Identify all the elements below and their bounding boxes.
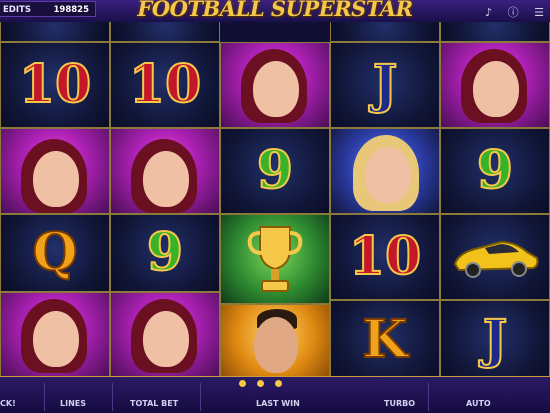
reel-cell: 9: [110, 214, 220, 292]
reel-cell: 9: [220, 128, 330, 214]
reel-cell-partial: [330, 22, 440, 42]
woman-symbol: [1, 129, 109, 213]
reels-grid: 10 Q 10 9 9 J 10 K 9 J: [0, 22, 550, 376]
reel-cell-partial: [0, 22, 110, 42]
divider: [200, 383, 201, 411]
auto-label[interactable]: AUTO: [466, 399, 491, 408]
reel-cell: [0, 292, 110, 376]
sports-car-icon: [453, 240, 539, 278]
reel-cell: [220, 42, 330, 128]
symbol-k: K: [361, 309, 408, 370]
dot: [239, 380, 246, 387]
reel-cell: K: [330, 300, 440, 376]
last-win-label: LAST WIN: [256, 399, 300, 408]
trophy-icon: [247, 226, 303, 292]
reel-cell: 9: [440, 128, 550, 214]
lines-label[interactable]: LINES: [60, 399, 86, 408]
menu-icon[interactable]: ☰: [534, 6, 544, 19]
info-icon[interactable]: ⓘ: [508, 6, 519, 19]
sound-icon[interactable]: ♪: [485, 6, 492, 19]
credits-display: EDITS 198825: [0, 1, 96, 17]
reel-cell-partial: [440, 22, 550, 42]
symbol-10: 10: [128, 54, 202, 115]
symbol-10: 10: [348, 226, 422, 287]
reel-cell: 10: [330, 214, 440, 300]
symbol-9: 9: [476, 140, 514, 201]
woman-symbol: [1, 293, 109, 376]
symbol-j: J: [372, 54, 399, 115]
total-bet-label[interactable]: TOTAL BET: [130, 399, 178, 408]
reel-cell: [220, 304, 330, 376]
reel-cell: [110, 292, 220, 376]
reel-cell: [220, 214, 330, 304]
woman-symbol: [111, 293, 219, 376]
woman-symbol: [111, 129, 219, 213]
symbol-j: J: [482, 309, 509, 370]
top-icons: ♪ ⓘ ☰: [473, 4, 544, 20]
blonde-woman-symbol: [331, 129, 439, 213]
top-bar: EDITS 198825 FOOTBALL SUPERSTAR ♪ ⓘ ☰: [0, 0, 550, 23]
symbol-q: Q: [31, 222, 78, 283]
symbol-10: 10: [18, 54, 92, 115]
page-dots: [236, 372, 285, 391]
reel-cell: J: [440, 300, 550, 376]
divider: [112, 383, 113, 411]
bottom-bar: CK! LINES TOTAL BET LAST WIN TURBO AUTO: [0, 376, 550, 413]
dot: [275, 380, 283, 387]
player-symbol: [221, 305, 329, 376]
reel-cell: 10: [110, 42, 220, 128]
reel-cell-partial: [110, 22, 220, 42]
divider: [44, 383, 45, 411]
reel-cell: [330, 128, 440, 214]
divider: [428, 383, 429, 411]
woman-symbol: [441, 43, 549, 127]
symbol-9: 9: [256, 140, 294, 201]
reel-cell: 10: [0, 42, 110, 128]
turbo-label[interactable]: TURBO: [384, 399, 415, 408]
woman-symbol: [221, 43, 329, 127]
reel-cell: J: [330, 42, 440, 128]
reel-cell: [440, 42, 550, 128]
reel-cell: [110, 128, 220, 214]
credits-value: 198825: [53, 5, 90, 15]
reel-cell: [0, 128, 110, 214]
back-label[interactable]: CK!: [0, 399, 16, 408]
reel-cell: [440, 214, 550, 300]
credits-label: EDITS: [3, 5, 31, 15]
game-logo: FOOTBALL SUPERSTAR: [137, 0, 413, 21]
dot: [257, 380, 265, 387]
reel-cell: Q: [0, 214, 110, 292]
symbol-9: 9: [146, 222, 184, 283]
